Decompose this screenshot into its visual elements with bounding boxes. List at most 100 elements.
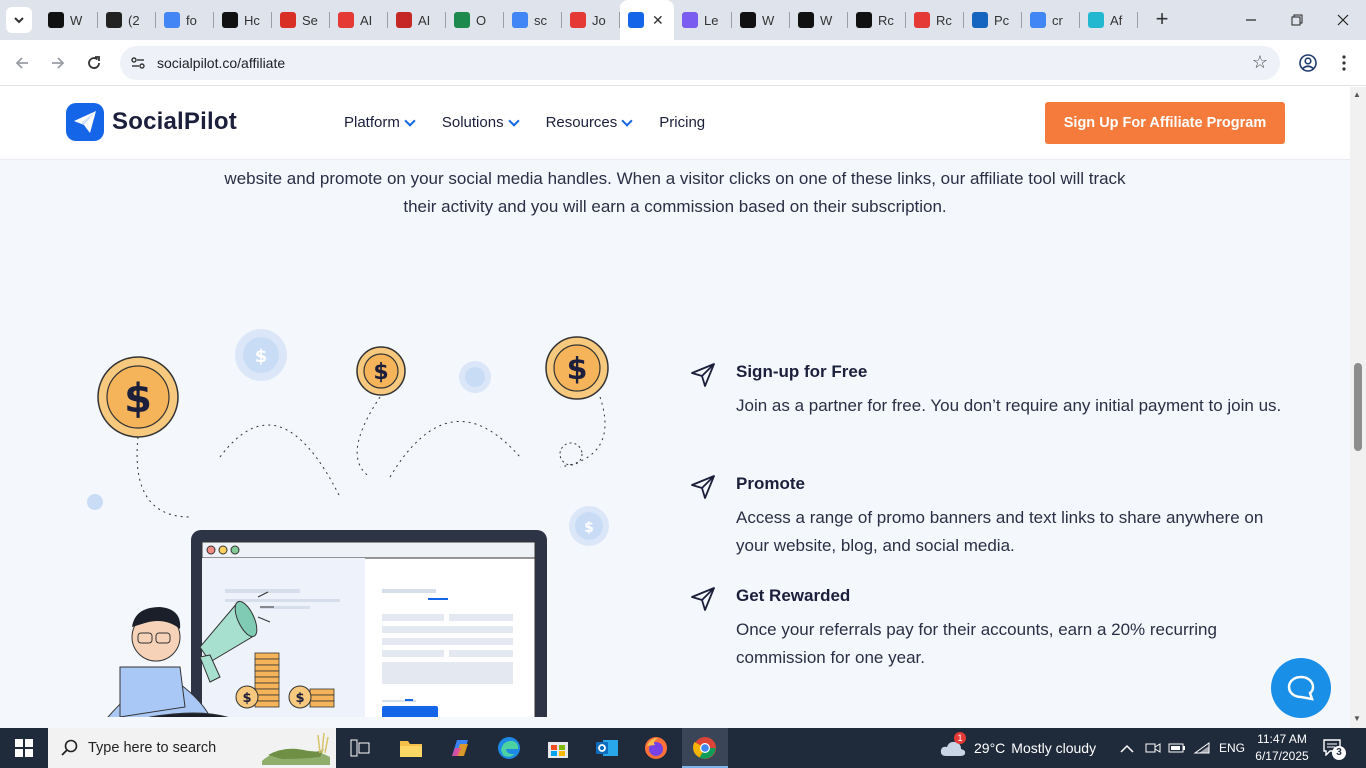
google-favicon-icon <box>512 12 528 28</box>
nav-item-pricing[interactable]: Pricing <box>659 114 705 131</box>
close-window-button[interactable] <box>1320 0 1366 40</box>
socialpilot-logo[interactable]: SocialPilot <box>66 103 237 141</box>
chat-widget-button[interactable] <box>1271 658 1331 718</box>
browser-tab[interactable]: Pc <box>964 0 1022 40</box>
browser-tab[interactable]: Le <box>674 0 732 40</box>
address-bar[interactable]: socialpilot.co/affiliate ☆ <box>120 46 1280 80</box>
google-favicon-icon <box>164 12 180 28</box>
nav-item-label: Pricing <box>659 114 706 131</box>
browser-tab[interactable]: AI <box>388 0 446 40</box>
browser-toolbar: socialpilot.co/affiliate ☆ <box>0 40 1366 86</box>
browser-tab-label: Le <box>704 12 719 28</box>
weather-alert-badge: 1 <box>954 732 966 744</box>
paper-plane-logo-icon <box>66 103 104 141</box>
page-scrollbar[interactable]: ▲ ▼ <box>1350 87 1366 728</box>
restore-button[interactable] <box>1274 0 1320 40</box>
browser-tab-label: Hc <box>244 12 260 28</box>
start-button[interactable] <box>0 728 48 768</box>
a-letter-favicon-icon <box>856 12 872 28</box>
browser-tab[interactable]: Jo <box>562 0 620 40</box>
url-text[interactable]: socialpilot.co/affiliate <box>157 55 285 71</box>
b-bubble-favicon-icon <box>106 12 122 28</box>
browser-tab-label: sc <box>534 12 547 28</box>
nav-item-solutions[interactable]: Solutions <box>442 114 520 131</box>
affiliate-signup-button[interactable]: Sign Up For Affiliate Program <box>1045 102 1285 144</box>
svg-text:$: $ <box>584 520 594 536</box>
nav-item-resources[interactable]: Resources <box>546 114 633 131</box>
faint-coin <box>87 494 103 510</box>
browser-tab[interactable]: (2 <box>98 0 156 40</box>
chrome-icon <box>693 737 716 759</box>
tab-search-button[interactable] <box>6 7 32 33</box>
file-explorer-button[interactable] <box>397 734 425 762</box>
scroll-down-arrow[interactable]: ▼ <box>1353 714 1361 723</box>
weather-widget[interactable]: 1 29°C Mostly cloudy <box>940 728 1096 768</box>
profile-button[interactable] <box>1294 49 1322 77</box>
browser-tab[interactable]: W <box>790 0 848 40</box>
edge-button[interactable] <box>495 734 523 762</box>
notification-icon: 3 <box>1322 738 1346 760</box>
show-hidden-icons-button[interactable] <box>1120 728 1134 768</box>
restore-icon <box>1291 14 1303 26</box>
browser-tab-label: O <box>476 12 487 28</box>
reload-button[interactable] <box>80 49 108 77</box>
rocket-favicon-icon <box>914 12 930 28</box>
notification-center-button[interactable]: 3 <box>1322 728 1346 768</box>
browser-tab[interactable]: cr <box>1022 0 1080 40</box>
browser-tab-label: (2 <box>128 12 140 28</box>
store-button[interactable] <box>544 734 572 762</box>
browser-tab-label: AI <box>360 12 373 28</box>
battery-button[interactable] <box>1168 728 1186 768</box>
browser-tab[interactable]: fo <box>156 0 214 40</box>
sgt-favicon-icon <box>338 12 354 28</box>
taskbar-clock[interactable]: 11:47 AM 6/17/2025 <box>1250 731 1314 765</box>
new-tab-button[interactable]: + <box>1150 8 1174 32</box>
scrollbar-thumb[interactable] <box>1354 363 1362 451</box>
task-view-icon <box>350 739 370 757</box>
minimize-button[interactable] <box>1228 0 1274 40</box>
close-icon <box>1337 14 1349 26</box>
bookmark-star-icon[interactable]: ☆ <box>1252 52 1268 73</box>
nav-item-platform[interactable]: Platform <box>344 114 416 131</box>
browser-tab-label: AI <box>418 12 431 28</box>
weather-description: Mostly cloudy <box>1011 740 1097 756</box>
chevron-up-icon <box>1120 744 1134 753</box>
browser-tab[interactable]: Rc <box>848 0 906 40</box>
browser-tab[interactable]: Af <box>1080 0 1138 40</box>
browser-tab[interactable]: W <box>40 0 98 40</box>
browser-tab-active[interactable]: ✕ <box>620 0 674 40</box>
step-description: Join as a partner for free. You don’t re… <box>736 396 1282 415</box>
edge-icon <box>498 737 520 759</box>
back-button[interactable] <box>8 49 36 77</box>
browser-tab[interactable]: Hc <box>214 0 272 40</box>
browser-tab[interactable]: sc <box>504 0 562 40</box>
scroll-up-arrow[interactable]: ▲ <box>1353 90 1361 99</box>
coin-icon: $ <box>97 356 179 438</box>
browser-tab[interactable]: Se <box>272 0 330 40</box>
taskbar-search-box[interactable]: Type here to search <box>48 728 336 768</box>
task-view-button[interactable] <box>346 734 374 762</box>
browser-tab[interactable]: Rc <box>906 0 964 40</box>
browser-tab[interactable]: O <box>446 0 504 40</box>
browser-tab[interactable]: AI <box>330 0 388 40</box>
windows-logo-icon <box>15 739 33 757</box>
firefox-button[interactable] <box>642 734 670 762</box>
language-indicator[interactable]: ENG <box>1219 728 1245 768</box>
page-viewport: website and promote on your social media… <box>0 87 1366 728</box>
svg-text:$: $ <box>373 360 388 385</box>
copilot-button[interactable] <box>446 734 474 762</box>
chrome-button[interactable] <box>691 734 719 762</box>
chat-bubble-icon <box>1287 675 1315 701</box>
meet-now-button[interactable] <box>1145 728 1161 768</box>
outlook-button[interactable] <box>593 734 621 762</box>
forward-button[interactable] <box>44 49 72 77</box>
close-tab-icon[interactable]: ✕ <box>652 12 664 29</box>
network-button[interactable] <box>1193 728 1211 768</box>
browser-tab[interactable]: W <box>732 0 790 40</box>
browser-tab-strip: W (2 fo Hc Se AI AI Osc Jo ✕ Le W W Rc Rc Pc cr Af + <box>0 0 1366 40</box>
search-placeholder: Type here to search <box>88 740 217 756</box>
svg-text:$: $ <box>124 376 152 422</box>
browser-menu-button[interactable] <box>1330 49 1358 77</box>
site-settings-icon[interactable] <box>130 55 146 71</box>
xf-favicon-icon <box>972 12 988 28</box>
